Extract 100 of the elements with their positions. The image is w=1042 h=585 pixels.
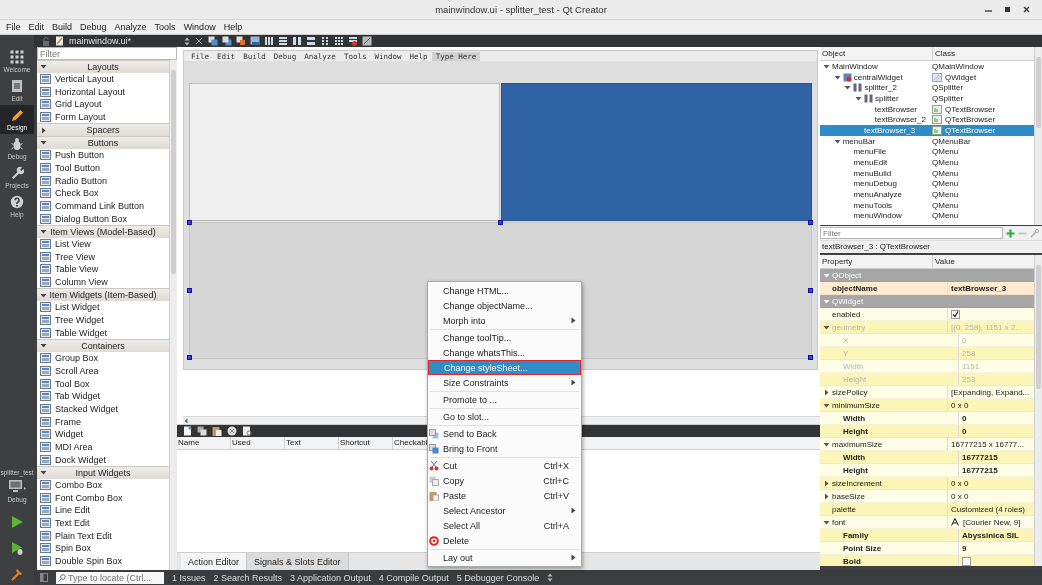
column-header[interactable]: Value	[933, 255, 955, 268]
widget-item[interactable]: Vertical Layout	[37, 72, 169, 86]
tree-row[interactable]: MainWindow QMainWindow	[820, 61, 1034, 72]
category-header[interactable]: Item Views (Model-Based)	[37, 224, 169, 238]
widget-item[interactable]: Double Spin Box	[37, 554, 169, 568]
widget-item[interactable]: Stacked Widget	[37, 402, 169, 416]
menu-item[interactable]: Build	[48, 22, 77, 32]
category-header[interactable]: Buttons	[37, 136, 169, 149]
property-row[interactable]: Width 0	[820, 412, 1034, 425]
widget-item[interactable]: List View	[37, 237, 169, 251]
menu-item[interactable]: Morph into	[428, 313, 581, 328]
output-pane-button[interactable]: 5 Debugger Console	[456, 572, 540, 583]
resize-handle[interactable]	[808, 287, 813, 293]
menu-item[interactable]: Size Constraints	[428, 375, 581, 390]
expand-arrow-icon[interactable]	[40, 63, 47, 71]
new-document-icon[interactable]	[183, 426, 192, 436]
widget-item[interactable]: Table View	[37, 263, 169, 276]
tree-row[interactable]: menuEdit QMenu	[820, 157, 1034, 168]
widget-item[interactable]: Tree View	[37, 250, 169, 263]
paste-icon[interactable]	[212, 426, 222, 436]
menu-item[interactable]: Change toolTip...	[428, 330, 581, 345]
property-row[interactable]: Point Size 9	[820, 542, 1034, 555]
widget-item[interactable]: Push Button	[37, 148, 169, 162]
locate-field[interactable]: Type to locate (Ctrl...	[68, 571, 164, 584]
expand-arrow-icon[interactable]	[823, 388, 830, 396]
close-icon[interactable]	[1023, 6, 1030, 13]
menu-item[interactable]: Send to Back	[428, 426, 581, 441]
copy-icon[interactable]	[197, 426, 207, 436]
add-icon[interactable]	[1006, 228, 1015, 238]
widget-item[interactable]: Tool Button	[37, 161, 169, 175]
column-header[interactable]: Checkabl	[393, 437, 428, 449]
expand-arrow-icon[interactable]	[40, 126, 47, 134]
widget-item[interactable]: Combo Box	[37, 478, 169, 492]
horizontal-splitter-icon[interactable]	[292, 36, 302, 46]
editor-tab[interactable]: Signals & Slots Editor	[247, 553, 349, 570]
expand-arrow-icon[interactable]	[40, 342, 47, 350]
menu-item[interactable]: Delete	[428, 533, 581, 548]
tree-row[interactable]: splitter QSplitter	[820, 93, 1034, 104]
widget-item[interactable]: Dialog Button Box	[37, 212, 169, 225]
widget-item[interactable]: Radio Button	[37, 174, 169, 187]
resize-handle[interactable]	[187, 287, 192, 293]
monitor-icon[interactable]	[8, 479, 26, 493]
tree-row[interactable]: textBrowser_3 QTextBrowser	[820, 125, 1034, 136]
property-row[interactable]: Family Abyssinica SIL	[820, 529, 1034, 542]
column-header[interactable]: Shortcut	[339, 437, 393, 449]
menu-item[interactable]: Edit	[24, 22, 49, 32]
output-pane-button[interactable]: 3 Application Output	[290, 572, 371, 583]
filter-field[interactable]: Filter	[820, 227, 1003, 239]
resize-handle[interactable]	[808, 220, 813, 225]
editor-tab[interactable]: Action Editor	[181, 553, 248, 570]
sidebar-toggle-icon[interactable]	[40, 573, 48, 582]
resize-handle[interactable]	[187, 220, 192, 225]
menu-item[interactable]: Help	[219, 22, 247, 32]
widget-item[interactable]: Scroll Area	[37, 364, 169, 378]
menu-item[interactable]: Cut Ctrl+X	[428, 458, 581, 473]
widget-item[interactable]: Group Box	[37, 351, 169, 365]
widget-item[interactable]: Command Link Button	[37, 199, 169, 213]
widget-item[interactable]: Spin Box	[37, 542, 169, 555]
filter-field[interactable]: Filter	[37, 47, 177, 60]
property-row[interactable]: Width 16777215	[820, 451, 1034, 464]
widget-item[interactable]: Tree Widget	[37, 313, 169, 327]
widget-item[interactable]: Grid Layout	[37, 98, 169, 111]
widget-item[interactable]: Tool Box	[37, 377, 169, 390]
resize-handle[interactable]	[808, 355, 813, 360]
menu-item[interactable]: Change whatsThis...	[428, 345, 581, 360]
widget-item[interactable]: Text Edit	[37, 516, 169, 530]
menu-item[interactable]: Change objectName...	[428, 298, 581, 313]
menu-item[interactable]: Change HTML...	[428, 283, 581, 298]
expand-arrow-icon[interactable]	[40, 469, 47, 477]
expand-arrow-icon[interactable]	[833, 137, 841, 145]
tree-row[interactable]: menuBuild QMenu	[820, 167, 1034, 179]
property-row[interactable]: sizeIncrement 0 x 0	[820, 477, 1034, 490]
close-icon[interactable]	[195, 37, 203, 45]
property-row[interactable]: font [Courier New, 9]	[820, 516, 1034, 529]
up-down-arrows-icon[interactable]	[547, 573, 554, 582]
widget-item[interactable]: Column View	[37, 275, 169, 289]
tree-row[interactable]: menuWindow QMenu	[820, 210, 1034, 222]
property-row[interactable]: sizePolicy [Expanding, Expand...	[820, 386, 1034, 399]
row-layout-icon[interactable]	[278, 36, 288, 46]
tree-row[interactable]: menuTools QMenu	[820, 199, 1034, 211]
property-row[interactable]: objectName textBrowser_3	[820, 282, 1034, 295]
menu-item[interactable]: Window	[179, 22, 220, 32]
delete-icon[interactable]	[227, 426, 237, 436]
expand-arrow-icon[interactable]	[40, 291, 47, 299]
property-row[interactable]: palette Customized (4 roles)	[820, 503, 1034, 516]
tree-row[interactable]: menuBar QMenuBar	[820, 135, 1034, 147]
expand-arrow-icon[interactable]	[823, 492, 830, 500]
hammer-icon[interactable]	[10, 567, 24, 581]
property-row[interactable]: maximumSize 16777215 x 16777...	[820, 438, 1034, 451]
expand-arrow-icon[interactable]	[823, 518, 830, 526]
widget-item[interactable]: Horizontal Layout	[37, 85, 169, 99]
column-header[interactable]: Text	[285, 437, 339, 449]
widget-item[interactable]: Plain Text Edit	[37, 529, 169, 543]
widget-item[interactable]: Tab Widget	[37, 389, 169, 403]
widget-item[interactable]: Form Layout	[37, 110, 169, 124]
widget-item[interactable]: List Widget	[37, 301, 169, 314]
checkbox[interactable]	[962, 556, 971, 566]
output-pane-button[interactable]: 4 Compile Output	[378, 572, 449, 583]
output-pane-button[interactable]: 2 Search Results	[213, 572, 283, 583]
property-row[interactable]: enabled	[820, 308, 1034, 321]
